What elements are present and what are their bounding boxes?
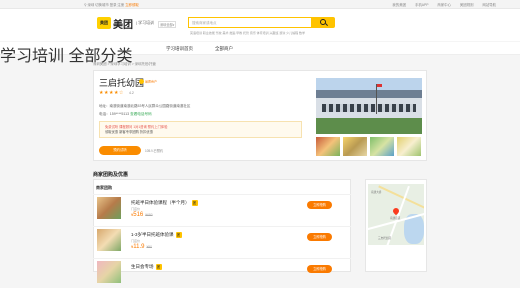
book-trial-button[interactable]: 预约试听 — [99, 146, 141, 155]
buy-button[interactable]: 立即抢购 — [307, 233, 332, 241]
map-label: 三启托幼园 — [378, 237, 391, 240]
group-tag-icon: 团 — [191, 200, 198, 206]
price-value: 516 — [133, 212, 144, 218]
phone-label: 电话： — [99, 112, 110, 116]
map-label: 南澳大桥 — [371, 191, 382, 194]
switch-city-link[interactable]: 切换城市 — [95, 3, 109, 7]
top-utility-bar: ⚲ 深圳 切换城市 登录 注册 立即领取 我的美团 手机APP 商家中心 美团规… — [0, 0, 520, 9]
hot-search-words[interactable]: 英语培训 职业技能 驾校 美术 舞蹈 早教 托管 音乐 体育培训 兴趣班 游泳 … — [190, 31, 305, 35]
register-link[interactable]: 注册 — [117, 3, 124, 7]
deal-meta: 门店价 — [131, 239, 141, 243]
mobile-app-link[interactable]: 手机APP — [415, 3, 429, 7]
deal-name[interactable]: 生日会专场团 — [131, 264, 162, 270]
city-select[interactable]: 深圳全部▾ — [158, 21, 177, 28]
deal-name[interactable]: 托班半日体验课程（半个月）团 — [131, 200, 198, 206]
rating-score: 4.2 — [129, 91, 134, 95]
shop-phone: 电话：159****5113 查看电话号码 — [99, 112, 152, 117]
location-bar: ⚲ 深圳 切换城市 登录 注册 立即领取 — [84, 2, 139, 7]
deal-title: 生日会专场 — [131, 264, 154, 270]
current-city[interactable]: 深圳 — [87, 3, 94, 7]
map-label: 南澳街道 — [390, 217, 401, 220]
deal-item: 托班半日体验课程（半个月）团 门店价 ¥516 ¥680 立即抢购 — [93, 194, 351, 224]
login-link[interactable]: 登录 — [110, 3, 117, 7]
channel-subtitle: | 学习培训 — [136, 20, 155, 25]
flagpole — [376, 84, 382, 114]
buy-button[interactable]: 立即抢购 — [307, 201, 332, 209]
nav-all-shops-link[interactable]: 全部商户 — [215, 46, 233, 52]
promo-link[interactable]: 立即领取 — [125, 3, 139, 7]
search-input[interactable]: 搜索商家或地点 — [188, 17, 312, 28]
breadcrumb[interactable]: 深圳美团 > 深圳学习培训 > 深圳托班/托管 — [93, 61, 156, 66]
price-value: 11.9 — [133, 244, 145, 250]
meituan-logo-icon[interactable]: 美团 — [97, 17, 111, 29]
shop-title: 三启托幼园 — [99, 78, 145, 88]
top-right-links: 我的美团 手机APP 商家中心 美团规则 网站导航 — [384, 2, 496, 7]
photo-thumb[interactable] — [370, 137, 394, 156]
site-nav-link[interactable]: 网站导航 — [482, 3, 496, 7]
deal-item: 1-3岁半日托班体验课团 门店价 ¥11.9 ¥90 立即抢购 — [93, 226, 351, 256]
perks-box: 免费试听 课程顾问 1对1咨询 预约上门体验 领取优惠 新客专享团购 折扣优惠 — [99, 121, 302, 138]
deal-name[interactable]: 1-3岁半日托班体验课团 — [131, 232, 182, 238]
photo-thumb[interactable] — [343, 137, 367, 156]
logo-text[interactable]: 美团 — [113, 16, 133, 31]
perk-line-2: 领取优惠 新客专享团购 折扣优惠 — [105, 130, 153, 134]
nav-home-link[interactable]: 学习培训首页 — [166, 46, 193, 52]
deal-meta: 门店价 — [131, 207, 141, 211]
building-windows — [322, 104, 416, 112]
all-categories-button[interactable]: 学习培训 全部分类 — [0, 42, 520, 65]
deals-heading: 商家团购 — [96, 185, 112, 190]
photo-thumb[interactable] — [316, 137, 340, 156]
booking-count: 105人已预约 — [145, 149, 164, 153]
original-price: ¥680 — [145, 213, 153, 217]
group-tag-icon: 团 — [175, 232, 182, 238]
rating-stars: ★★★★☆ — [99, 90, 124, 96]
shop-address: 地址：南澳街道南澳北路53号人民群众公园路街道南澳社区 — [99, 104, 191, 108]
deal-thumb[interactable] — [97, 261, 121, 283]
original-price: ¥90 — [146, 245, 152, 249]
deal-price: ¥516 ¥680 — [131, 212, 153, 218]
deal-title: 1-3岁半日托班体验课 — [131, 232, 174, 238]
search-button[interactable] — [312, 17, 335, 28]
deal-item: 生日会专场团 立即抢购 — [93, 258, 351, 288]
reveal-phone-link[interactable]: 查看电话号码 — [130, 112, 152, 116]
deal-thumb[interactable] — [97, 197, 121, 219]
deal-thumb[interactable] — [97, 229, 121, 251]
deal-price: ¥11.9 ¥90 — [131, 244, 152, 250]
deal-title: 托班半日体验课程（半个月） — [131, 200, 190, 206]
group-tag-icon: 团 — [155, 264, 162, 270]
location-map[interactable]: 南澳大桥 南澳街道 三启托幼园 — [368, 184, 424, 245]
badge-icon — [139, 79, 144, 84]
merchant-center-link[interactable]: 商家中心 — [437, 3, 451, 7]
main-photo[interactable] — [316, 78, 422, 134]
shop-photo-gallery — [316, 78, 422, 156]
photo-thumb[interactable] — [397, 137, 421, 156]
quality-badge: 品质商户 — [139, 79, 157, 84]
badge-label: 品质商户 — [145, 79, 158, 84]
phone-number: 159****5113 — [109, 112, 130, 116]
section-title: 商家团购及优惠 — [93, 172, 129, 178]
my-meituan-link[interactable]: 我的美团 — [392, 3, 406, 7]
rules-link[interactable]: 美团规则 — [460, 3, 474, 7]
